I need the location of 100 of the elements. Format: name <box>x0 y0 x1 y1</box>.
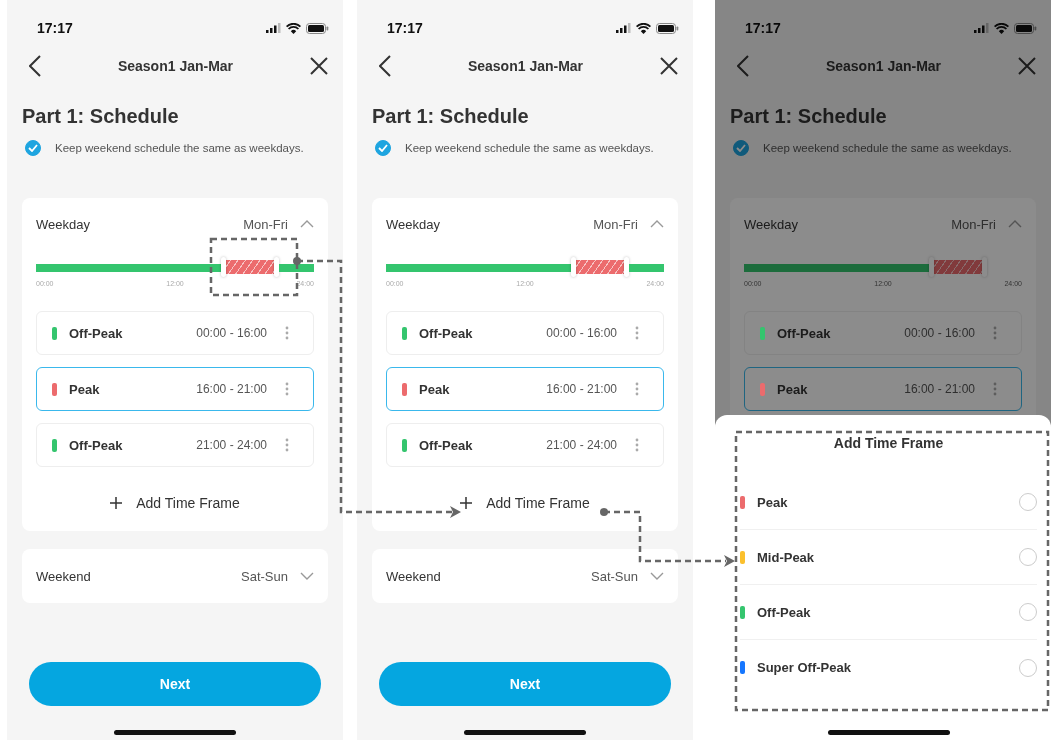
signal-icon <box>616 23 631 33</box>
section-label: Weekend <box>386 568 442 584</box>
day-range: Mon-Fri <box>243 216 288 232</box>
check-icon <box>28 144 38 152</box>
day-range: Mon-Fri <box>593 216 638 232</box>
option-row[interactable]: Off-Peak <box>740 585 1037 640</box>
option-label: Mid-Peak <box>757 549 816 565</box>
frame-label: Off-Peak <box>69 325 124 341</box>
close-icon[interactable] <box>310 57 328 75</box>
chevron-icon[interactable] <box>650 220 664 228</box>
battery-icon <box>306 22 329 34</box>
back-icon[interactable] <box>29 55 41 77</box>
option-row[interactable]: Super Off-Peak <box>740 640 1037 695</box>
close-icon[interactable] <box>660 57 678 75</box>
section-label: Weekday <box>36 216 91 232</box>
frame-time: 16:00 - 21:00 <box>904 382 975 396</box>
status-time: 17:17 <box>745 20 781 36</box>
time-frame-row[interactable]: Off-Peak 21:00 - 24:00 <box>36 423 314 467</box>
timeline-handle[interactable] <box>221 257 227 277</box>
time-frame-row[interactable]: Peak 16:00 - 21:00 <box>36 367 314 411</box>
checkbox-label: Keep weekend schedule the same as weekdays. <box>405 142 654 154</box>
day-range: Sat-Sun <box>591 568 638 584</box>
wifi-icon <box>636 22 651 34</box>
frame-time: 21:00 - 24:00 <box>196 438 267 452</box>
chevron-icon[interactable] <box>650 572 664 580</box>
frame-time: 00:00 - 16:00 <box>196 326 267 340</box>
signal-icon <box>266 23 281 33</box>
timeline-handle[interactable] <box>929 257 935 277</box>
timeline-segment[interactable] <box>279 264 314 272</box>
check-icon <box>378 144 388 152</box>
section-label: Weekday <box>744 216 799 232</box>
more-icon[interactable] <box>635 326 639 340</box>
close-icon[interactable] <box>1018 57 1036 75</box>
option-row[interactable]: Peak <box>740 475 1037 530</box>
option-row[interactable]: Mid-Peak <box>740 530 1037 585</box>
add-time-frame-button[interactable]: Add Time Frame <box>454 489 596 517</box>
time-frame-row[interactable]: Off-Peak 00:00 - 16:00 <box>386 311 664 355</box>
sheet-title: Add Time Frame <box>832 435 945 453</box>
signal-icon <box>974 23 989 33</box>
timeline-segment[interactable] <box>929 260 988 274</box>
time-frame-row[interactable]: Peak 16:00 - 21:00 <box>386 367 664 411</box>
page-heading: Part 1: Schedule <box>730 104 888 128</box>
weekend-card[interactable]: Weekend Sat-Sun <box>22 549 328 603</box>
more-icon[interactable] <box>635 382 639 396</box>
option-label: Super Off-Peak <box>757 660 852 675</box>
battery-icon <box>656 22 679 34</box>
timeline-segment[interactable] <box>571 260 630 274</box>
frame-time: 16:00 - 21:00 <box>196 382 267 396</box>
checkbox[interactable] <box>733 140 749 156</box>
frame-label: Off-Peak <box>419 325 474 341</box>
status-time: 17:17 <box>387 20 423 36</box>
timeline-handle[interactable] <box>624 257 630 277</box>
frame-label: Peak <box>69 381 101 397</box>
more-icon[interactable] <box>285 382 289 396</box>
more-icon[interactable] <box>285 326 289 340</box>
screen-title: Season1 Jan-Mar <box>825 58 942 74</box>
section-label: Weekday <box>386 216 441 232</box>
day-range: Sat-Sun <box>241 568 288 584</box>
screen-title: Season1 Jan-Mar <box>467 58 584 74</box>
page-heading: Part 1: Schedule <box>22 104 180 128</box>
frame-time: 16:00 - 21:00 <box>546 382 617 396</box>
back-icon[interactable] <box>737 55 749 77</box>
section-label: Weekend <box>36 568 92 584</box>
more-icon[interactable] <box>635 438 639 452</box>
timeline-segment[interactable] <box>221 260 280 274</box>
checkbox[interactable] <box>25 140 41 156</box>
timeline-handle[interactable] <box>982 257 988 277</box>
chevron-icon[interactable] <box>300 220 314 228</box>
more-icon[interactable] <box>993 382 997 396</box>
timeline-handle[interactable] <box>571 257 577 277</box>
frame-time: 21:00 - 24:00 <box>546 438 617 452</box>
screen-title: Season1 Jan-Mar <box>117 58 234 74</box>
checkbox-label: Keep weekend schedule the same as weekdays. <box>763 142 1012 154</box>
check-icon <box>736 144 746 152</box>
checkbox[interactable] <box>375 140 391 156</box>
more-icon[interactable] <box>993 326 997 340</box>
wifi-icon <box>286 22 301 34</box>
frame-label: Off-Peak <box>69 437 124 453</box>
chevron-icon[interactable] <box>1008 220 1022 228</box>
time-frame-row[interactable]: Off-Peak 21:00 - 24:00 <box>386 423 664 467</box>
time-frame-row[interactable]: Off-Peak 00:00 - 16:00 <box>36 311 314 355</box>
frame-label: Peak <box>419 381 451 397</box>
time-frame-row[interactable]: Off-Peak 00:00 - 16:00 <box>744 311 1022 355</box>
chevron-icon[interactable] <box>300 572 314 580</box>
more-icon[interactable] <box>285 438 289 452</box>
back-icon[interactable] <box>379 55 391 77</box>
battery-icon <box>1014 22 1037 34</box>
day-range: Mon-Fri <box>951 216 996 232</box>
frame-label: Peak <box>777 381 809 397</box>
weekend-card[interactable]: Weekend Sat-Sun <box>372 549 678 603</box>
status-time: 17:17 <box>37 20 73 36</box>
add-time-frame-button[interactable]: Add Time Frame <box>104 489 246 517</box>
checkbox-label: Keep weekend schedule the same as weekdays. <box>55 142 304 154</box>
frame-time: 00:00 - 16:00 <box>904 326 975 340</box>
timeline-handle[interactable] <box>274 257 280 277</box>
option-label: Peak <box>757 494 789 510</box>
time-frame-row[interactable]: Peak 16:00 - 21:00 <box>744 367 1022 411</box>
frame-label: Off-Peak <box>419 437 474 453</box>
plus-icon <box>110 497 123 509</box>
plus-icon <box>460 497 473 509</box>
